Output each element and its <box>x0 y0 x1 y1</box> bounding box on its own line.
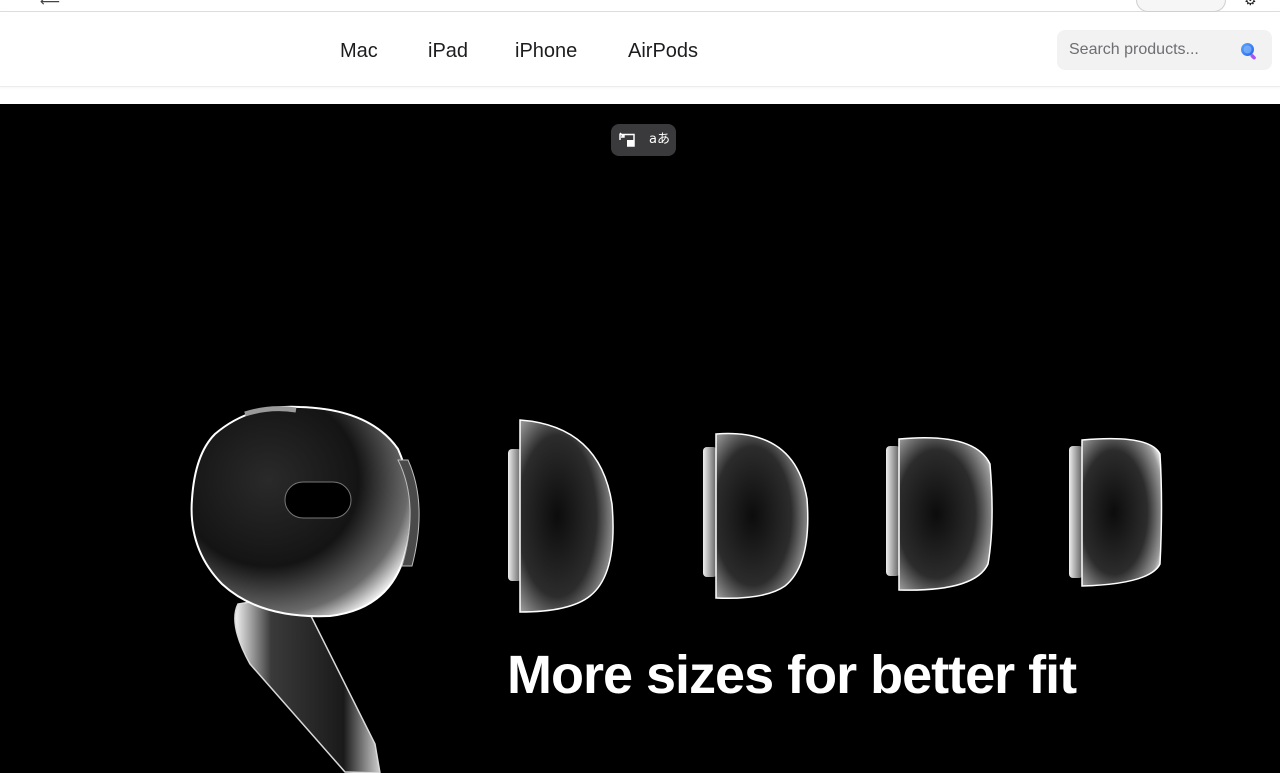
ear-tip-xlarge <box>508 419 614 613</box>
back-arrow-icon[interactable]: ⟵ <box>40 0 60 10</box>
airpod-stem <box>234 593 381 773</box>
nav-link-iphone[interactable]: iPhone <box>515 40 577 63</box>
search-icon[interactable] <box>1239 41 1259 61</box>
ear-tip-medium <box>886 436 993 591</box>
browser-toolbar-strip: ⟵ ⚙ <box>0 0 1280 12</box>
address-bar-actions[interactable] <box>1136 0 1226 12</box>
site-navigation: Mac iPad iPhone AirPods <box>0 16 1280 87</box>
ear-tip-large <box>703 432 809 599</box>
ear-tip-small <box>1069 437 1163 587</box>
nav-link-airpods[interactable]: AirPods <box>628 40 698 63</box>
airpod-head <box>190 405 420 618</box>
search-input[interactable] <box>1057 30 1233 70</box>
hero-headline: More sizes for better fit <box>507 645 1077 705</box>
nav-link-ipad[interactable]: iPad <box>428 40 468 63</box>
extensions-icon[interactable]: ⚙ <box>1244 0 1257 9</box>
search-box <box>1057 30 1272 70</box>
nav-link-mac[interactable]: Mac <box>340 40 378 63</box>
hero-section: aあ More sizes for better fit <box>0 104 1280 773</box>
